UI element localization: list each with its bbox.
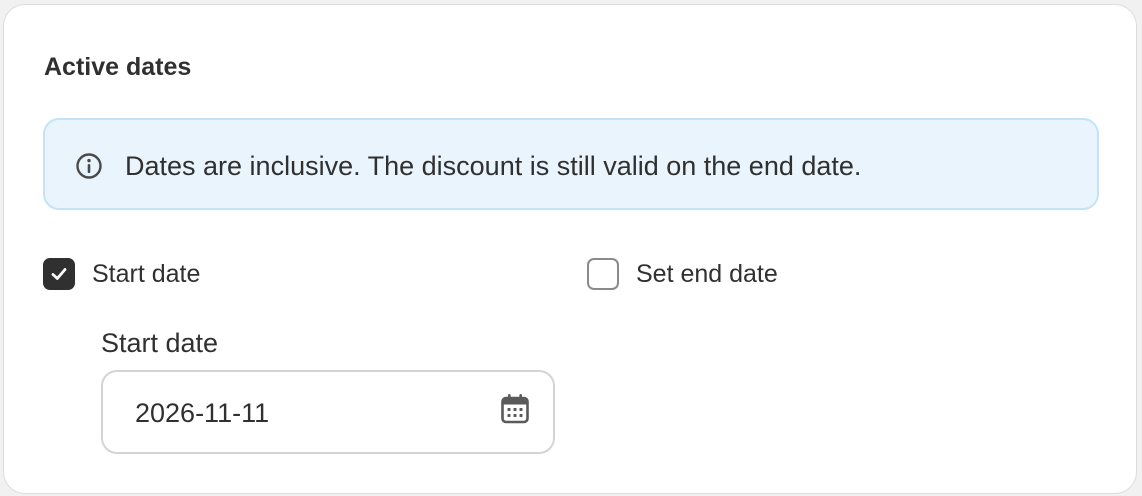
section-title: Active dates xyxy=(44,53,192,81)
info-icon xyxy=(75,152,103,180)
set-end-date-checkbox[interactable] xyxy=(587,258,619,290)
start-date-checkbox-label[interactable]: Start date xyxy=(92,259,200,289)
calendar-icon[interactable] xyxy=(499,392,531,426)
checkmark-icon xyxy=(51,268,67,280)
start-date-field-label: Start date xyxy=(101,328,219,358)
info-banner-text: Dates are inclusive. The discount is sti… xyxy=(125,151,862,181)
info-banner: Dates are inclusive. The discount is sti… xyxy=(43,118,1099,210)
start-date-checkbox[interactable] xyxy=(43,258,75,290)
start-date-value[interactable]: 2026-11-11 xyxy=(135,396,269,430)
start-date-input[interactable]: 2026-11-11 xyxy=(101,370,555,454)
set-end-date-checkbox-label[interactable]: Set end date xyxy=(636,259,778,289)
active-dates-card: Active dates Dates are inclusive. The di… xyxy=(3,4,1137,494)
